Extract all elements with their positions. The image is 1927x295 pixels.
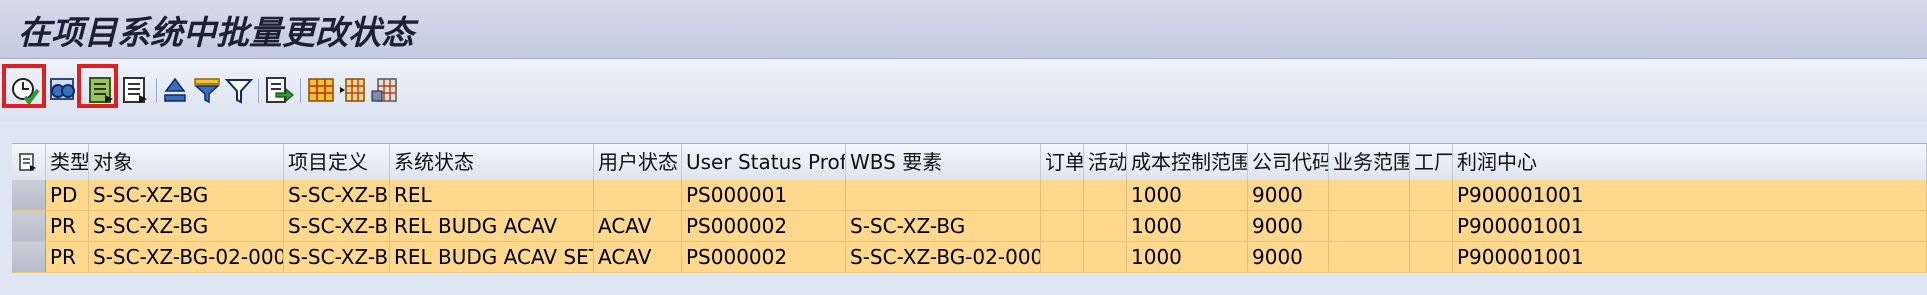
cell-business-area [1329, 211, 1410, 241]
cell-user-status: ACAV [594, 242, 682, 272]
export-icon[interactable] [264, 75, 294, 105]
layout-save-icon[interactable] [370, 75, 400, 105]
column-header[interactable]: 订单 [1041, 144, 1084, 180]
cell-profit-center: P900001001 [1453, 242, 1927, 272]
column-header[interactable]: 对象 [89, 144, 284, 180]
table-row[interactable]: PD S-SC-XZ-BG S-SC-XZ-BG REL PS000001 10… [12, 180, 1927, 211]
toolbar-separator [258, 79, 259, 103]
cell-plant [1410, 242, 1453, 272]
cell-activity [1084, 180, 1127, 210]
column-header[interactable]: 成本控制范围 [1127, 144, 1248, 180]
table-row[interactable]: PR S-SC-XZ-BG S-SC-XZ-BG REL BUDG ACAV A… [12, 211, 1927, 242]
layout-select-icon[interactable] [338, 75, 368, 105]
toolbar-separator [300, 79, 301, 103]
filter-icon[interactable] [224, 75, 254, 105]
filter-set-icon[interactable] [192, 75, 222, 105]
layout-grid-icon[interactable] [306, 75, 336, 105]
column-header[interactable]: 工厂 [1410, 144, 1453, 180]
row-selector[interactable] [12, 211, 46, 241]
row-selector[interactable] [12, 242, 46, 272]
highlight-detail-list [77, 64, 118, 108]
cell-controlling-area: 1000 [1127, 242, 1248, 272]
column-header[interactable]: 公司代码 [1248, 144, 1329, 180]
column-header[interactable]: 系统状态 [390, 144, 594, 180]
column-header[interactable]: User Status Profile [682, 144, 846, 180]
table-row[interactable]: PR S-SC-XZ-BG-02-00000 S-SC-XZ-BG REL BU… [12, 242, 1927, 273]
column-header[interactable]: 用户状态 [594, 144, 682, 180]
cell-system-status: REL [390, 180, 594, 210]
select-all-icon[interactable] [12, 144, 46, 180]
cell-wbs-element: S-SC-XZ-BG-02-00000 [846, 242, 1041, 272]
cell-order [1041, 180, 1084, 210]
row-selector[interactable] [12, 180, 46, 210]
cell-company-code: 9000 [1248, 242, 1329, 272]
cell-company-code: 9000 [1248, 211, 1329, 241]
cell-wbs-element [846, 180, 1041, 210]
column-header[interactable]: 活动 [1084, 144, 1127, 180]
cell-type: PD [46, 180, 89, 210]
cell-system-status: REL BUDG ACAV [390, 211, 594, 241]
cell-user-status-profile: PS000001 [682, 180, 846, 210]
cell-controlling-area: 1000 [1127, 211, 1248, 241]
cell-wbs-element: S-SC-XZ-BG [846, 211, 1041, 241]
application-toolbar [0, 59, 1927, 121]
binoculars-search-icon[interactable] [48, 75, 78, 105]
cell-user-status-profile: PS000002 [682, 242, 846, 272]
sort-ascending-icon[interactable] [160, 75, 190, 105]
cell-user-status [594, 180, 682, 210]
cell-user-status-profile: PS000002 [682, 211, 846, 241]
cell-controlling-area: 1000 [1127, 180, 1248, 210]
cell-object: S-SC-XZ-BG-02-00000 [89, 242, 284, 272]
column-header[interactable]: WBS 要素 [846, 144, 1041, 180]
cell-plant [1410, 180, 1453, 210]
cell-business-area [1329, 242, 1410, 272]
column-header[interactable]: 利润中心 [1453, 144, 1927, 180]
cell-object: S-SC-XZ-BG [89, 211, 284, 241]
cell-order [1041, 242, 1084, 272]
cell-type: PR [46, 242, 89, 272]
column-header[interactable]: 类型 [46, 144, 89, 180]
cell-order [1041, 211, 1084, 241]
cell-activity [1084, 211, 1127, 241]
highlight-execute [2, 64, 46, 108]
cell-business-area [1329, 180, 1410, 210]
cell-activity [1084, 242, 1127, 272]
column-header[interactable]: 业务范围 [1329, 144, 1410, 180]
cell-project-definition: S-SC-XZ-BG [284, 180, 390, 210]
cell-company-code: 9000 [1248, 180, 1329, 210]
table-header: 类型 对象 项目定义 系统状态 用户状态 User Status Profile… [12, 143, 1927, 181]
cell-type: PR [46, 211, 89, 241]
cell-profit-center: P900001001 [1453, 180, 1927, 210]
cell-project-definition: S-SC-XZ-BG [284, 211, 390, 241]
cell-object: S-SC-XZ-BG [89, 180, 284, 210]
toolbar-separator [156, 79, 157, 103]
cell-system-status: REL BUDG ACAV SETC [390, 242, 594, 272]
cell-project-definition: S-SC-XZ-BG [284, 242, 390, 272]
page-title: 在项目系统中批量更改状态 [18, 13, 414, 52]
cell-user-status: ACAV [594, 211, 682, 241]
cell-profit-center: P900001001 [1453, 211, 1927, 241]
cell-plant [1410, 211, 1453, 241]
document-list-icon[interactable] [120, 75, 150, 105]
title-bar: 在项目系统中批量更改状态 [0, 0, 1927, 59]
column-header[interactable]: 项目定义 [284, 144, 390, 180]
